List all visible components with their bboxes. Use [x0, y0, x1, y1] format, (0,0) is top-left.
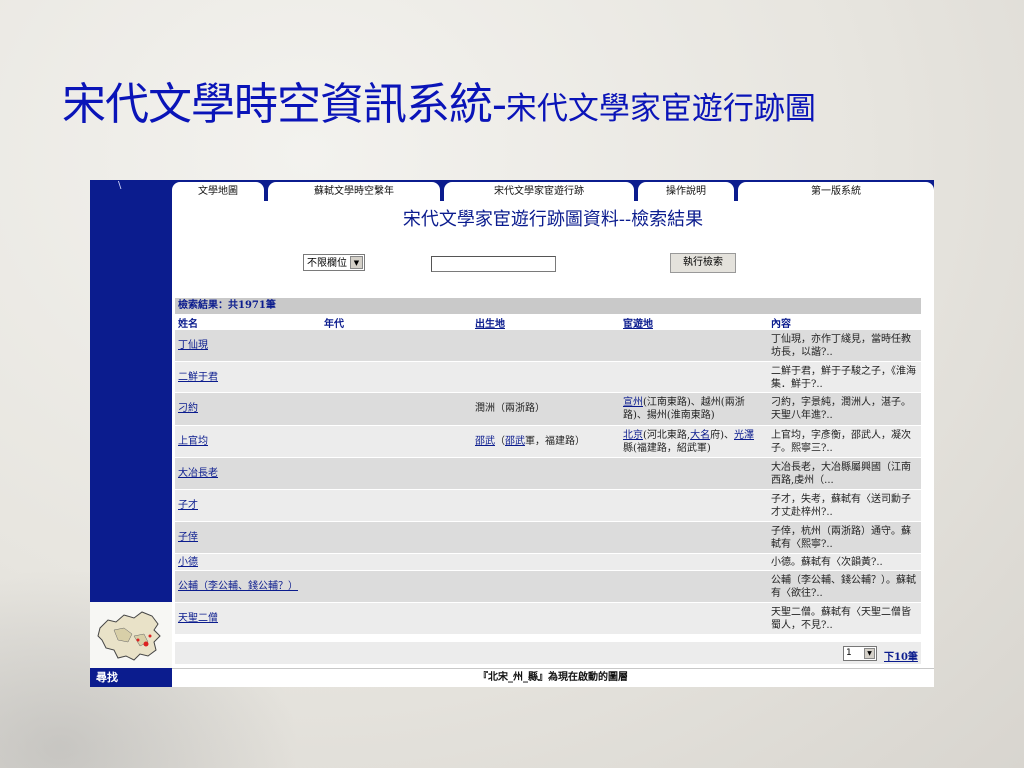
table-row: 天聖二僧 天聖二僧。蘇軾有〈天聖二僧皆蜀人，不見?.. [175, 603, 921, 635]
place-link[interactable]: 北京 [623, 430, 643, 441]
app-screenshot: \ 尋找 文學地圖 蘇軾文學時空繫年 宋代文學家宦遊行跡 操作說明 第一版系統 … [90, 180, 934, 687]
row-content: 二鮮于君，鮮于子駿之子，《淮海集．鮮于?.. [771, 366, 916, 390]
table-row: 子倖 子倖，杭州（兩浙路）通守。蘇軾有〈熙寧?.. [175, 522, 921, 554]
find-button[interactable]: 尋找 [90, 668, 172, 687]
row-name-link[interactable]: 丁仙現 [178, 339, 208, 352]
pager: 1 ▼ 下10筆 [175, 642, 921, 664]
field-select-value: 不限欄位 [307, 258, 347, 269]
row-content: 上官均，字彥衡，邵武人，凝次子。熙寧三?.. [771, 430, 911, 454]
row-name-link[interactable]: 子倖 [178, 531, 198, 544]
row-birthplace: 潤洲（兩浙路） [475, 403, 545, 414]
row-name-link[interactable]: 二鮮于君 [178, 371, 218, 384]
map-thumbnail[interactable] [90, 602, 172, 668]
row-content: 刁約，字景純，潤洲人，湛子。天聖八年進?.. [771, 397, 911, 421]
row-name-link[interactable]: 刁約 [178, 402, 198, 415]
row-content: 子倖，杭州（兩浙路）通守。蘇軾有〈熙寧?.. [771, 526, 911, 550]
col-name: 姓名 [178, 319, 198, 330]
place-link[interactable]: 光澤 [734, 430, 754, 441]
slide-title-main: 宋代文學時空資訊系統- [62, 79, 507, 130]
place-text: 縣(福建路，紹武軍) [623, 443, 711, 454]
tab-instructions[interactable]: 操作說明 [638, 182, 734, 201]
dropdown-arrow-icon: ▼ [864, 648, 875, 659]
execute-search-button[interactable]: 執行檢索 [670, 253, 736, 273]
col-birthplace[interactable]: 出生地 [475, 315, 505, 330]
tab-first-version[interactable]: 第一版系統 [738, 182, 934, 201]
left-sidebar: \ [90, 180, 172, 602]
row-name-link[interactable]: 天聖二僧 [178, 612, 218, 625]
col-content: 內容 [771, 319, 791, 330]
layer-status: 『北宋_州_縣』為現在啟動的圖層 [172, 668, 934, 687]
place-link[interactable]: 宣州 [623, 397, 643, 408]
slide-title: 宋代文學時空資訊系統-宋代文學家宦遊行跡圖 [62, 68, 816, 132]
table-row: 刁約 潤洲（兩浙路） 宣州(江南東路)、越州(兩浙路)、揚州(淮南東路) 刁約，… [175, 393, 921, 426]
row-name-link[interactable]: 子才 [178, 499, 198, 512]
table-header: 姓名 年代 出生地 宦遊地 內容 [175, 314, 921, 330]
table-row: 子才 子才，失考，蘇軾有〈送司勳子才丈赴梓州?.. [175, 490, 921, 522]
place-text: （ [495, 436, 505, 447]
sidebar-mark: \ [118, 180, 122, 191]
table-row: 丁仙現 丁仙現，亦作丁綫見，當時任教坊長，以諧?.. [175, 330, 921, 362]
row-name-link[interactable]: 大冶長老 [178, 467, 218, 480]
tab-official-travels[interactable]: 宋代文學家宦遊行跡 [444, 182, 634, 201]
row-content: 丁仙現，亦作丁綫見，當時任教坊長，以諧?.. [771, 334, 911, 358]
tab-literary-map[interactable]: 文學地圖 [172, 182, 264, 201]
table-row: 二鮮于君 二鮮于君，鮮于子駿之子，《淮海集．鮮于?.. [175, 362, 921, 393]
slide-title-sub: 宋代文學家宦遊行跡圖 [505, 91, 816, 127]
top-nav: 文學地圖 蘇軾文學時空繫年 宋代文學家宦遊行跡 操作說明 第一版系統 [172, 180, 934, 201]
row-content: 公輔（李公輔、錢公輔？）。蘇軾有〈欲往?.. [771, 575, 916, 599]
page-select[interactable]: 1 ▼ [843, 646, 877, 661]
next-page-link[interactable]: 下10筆 [884, 648, 918, 663]
place-link[interactable]: 邵武 [505, 436, 525, 447]
page-heading: 宋代文學家宦遊行跡圖資料--檢索結果 [402, 209, 704, 230]
china-map-icon [97, 611, 161, 661]
search-input[interactable] [431, 256, 556, 272]
col-era: 年代 [324, 319, 344, 330]
row-office-places: 宣州(江南東路)、越州(兩浙路)、揚州(淮南東路) [623, 396, 759, 422]
result-count: 檢索結果：共1971筆 [175, 298, 921, 314]
table-row: 上官均 邵武（邵武軍，福建路） 北京(河北東路,大名府)、光澤縣(福建路，紹武軍… [175, 426, 921, 458]
table-row: 大冶長老 大冶長老，大冶縣屬興國（江南西路,虔州（... [175, 458, 921, 490]
row-content: 天聖二僧。蘇軾有〈天聖二僧皆蜀人，不見?.. [771, 607, 911, 631]
col-office-places[interactable]: 宦遊地 [623, 315, 653, 330]
place-text: 軍，福建路） [525, 436, 585, 447]
dropdown-arrow-icon: ▼ [350, 256, 363, 269]
place-text: (河北東路, [643, 430, 691, 441]
table-row: 公輔（李公輔、錢公輔？） 公輔（李公輔、錢公輔？）。蘇軾有〈欲往?.. [175, 571, 921, 603]
place-link[interactable]: 邵武 [475, 436, 495, 447]
row-office-places: 北京(河北東路,大名府)、光澤縣(福建路，紹武軍) [623, 429, 759, 455]
row-name-link[interactable]: 小德 [178, 556, 198, 569]
row-content: 子才，失考，蘇軾有〈送司勳子才丈赴梓州?.. [771, 494, 911, 518]
main-content: 宋代文學家宦遊行跡圖資料--檢索結果 不限欄位 ▼ 執行檢索 檢索結果：共197… [172, 201, 934, 668]
field-select[interactable]: 不限欄位 ▼ [303, 254, 365, 271]
page-select-value: 1 [846, 648, 852, 658]
row-content: 小德。蘇軾有〈次韻黃?.. [771, 557, 883, 568]
results-table: 檢索結果：共1971筆 姓名 年代 出生地 宦遊地 內容 丁仙現 丁仙現，亦作丁… [175, 298, 921, 635]
row-name-link[interactable]: 上官均 [178, 435, 208, 448]
row-birthplace: 邵武（邵武軍，福建路） [475, 435, 615, 448]
tab-su-shi-chronology[interactable]: 蘇軾文學時空繫年 [268, 182, 440, 201]
row-content: 大冶長老，大冶縣屬興國（江南西路,虔州（... [771, 462, 911, 486]
table-row: 小德 小德。蘇軾有〈次韻黃?.. [175, 554, 921, 571]
row-name-link[interactable]: 公輔（李公輔、錢公輔？） [178, 580, 298, 593]
place-text: 府)、 [710, 430, 734, 441]
place-link[interactable]: 大名 [690, 430, 710, 441]
